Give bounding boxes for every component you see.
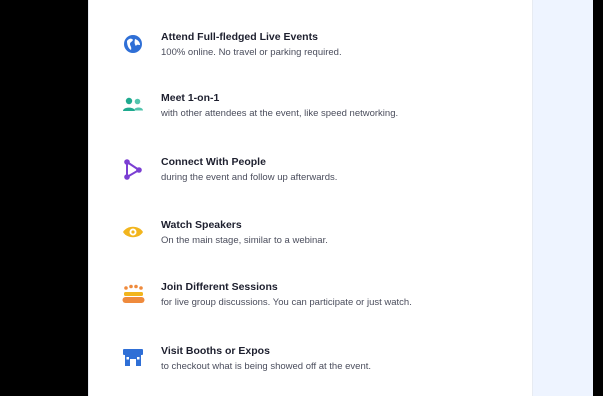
feature-title: Visit Booths or Expos <box>161 345 270 357</box>
left-background <box>0 0 88 396</box>
right-background-panel <box>533 0 593 396</box>
feature-description: On the main stage, similar to a webinar. <box>161 235 328 246</box>
feature-title: Join Different Sessions <box>161 281 278 293</box>
share-icon <box>121 158 145 180</box>
feature-description: to checkout what is being showed off at … <box>161 361 372 372</box>
eye-icon <box>121 221 145 243</box>
booth-icon <box>121 347 145 369</box>
feature-title: Attend Full-fledged Live Events <box>161 31 318 43</box>
group-table-icon <box>121 283 145 305</box>
globe-icon <box>121 33 145 55</box>
feature-description: during the event and follow up afterward… <box>161 172 338 183</box>
feature-title: Watch Speakers <box>161 219 242 231</box>
feature-description: for live group discussions. You can part… <box>161 297 412 308</box>
right-edge <box>593 0 603 396</box>
feature-title: Connect With People <box>161 156 266 168</box>
features-card: Attend Full-fledged Live Events 100% onl… <box>88 0 533 396</box>
people-icon <box>121 94 145 116</box>
feature-description: 100% online. No travel or parking requir… <box>161 47 342 58</box>
feature-title: Meet 1-on-1 <box>161 92 220 104</box>
feature-description: with other attendees at the event, like … <box>161 108 399 119</box>
